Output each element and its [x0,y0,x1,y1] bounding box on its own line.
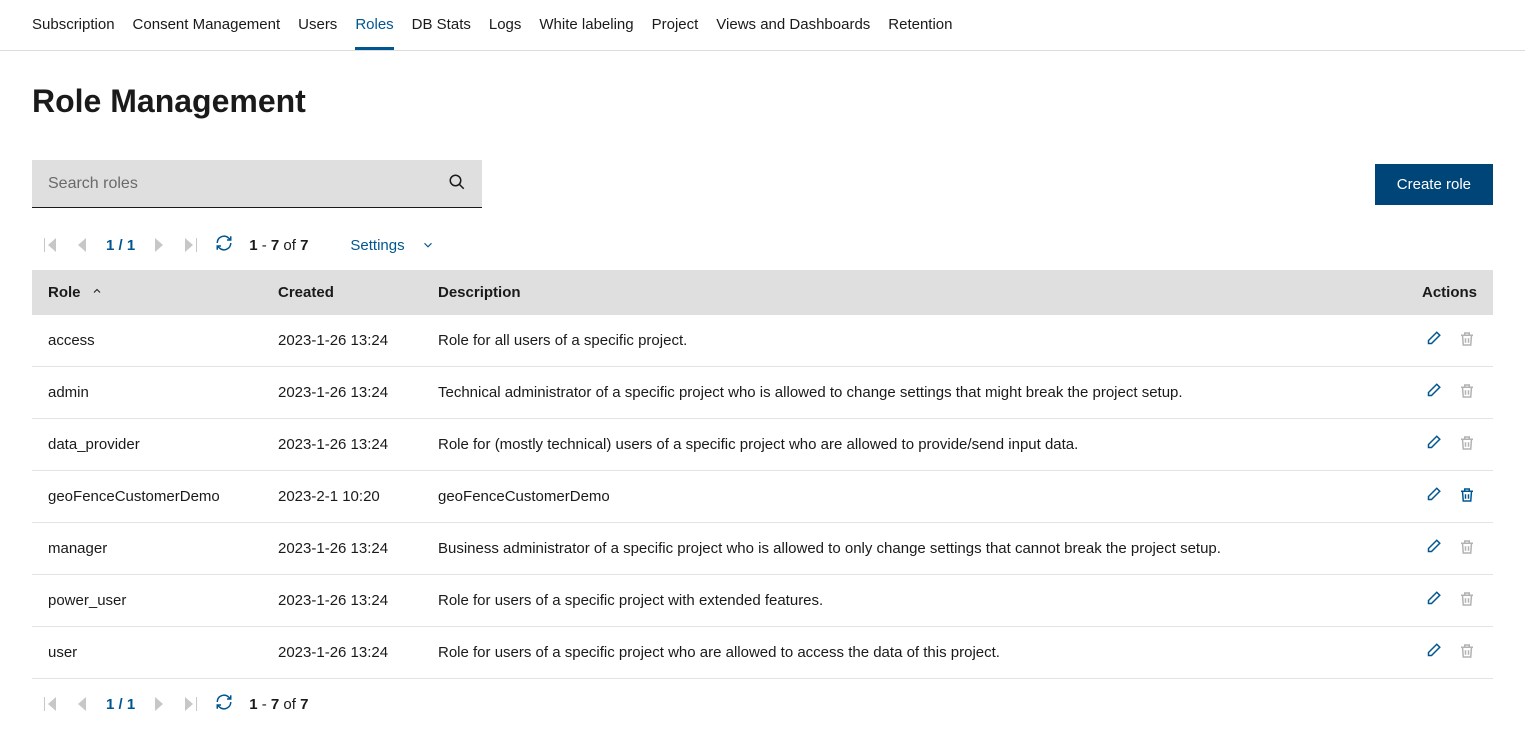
cell-description: Technical administrator of a specific pr… [422,367,1373,419]
refresh-icon[interactable] [215,693,233,715]
tab-users[interactable]: Users [298,16,337,50]
search-box[interactable] [32,160,482,208]
search-input[interactable] [48,175,448,193]
cell-description: Role for all users of a specific project… [422,315,1373,367]
range-text: 1 - 7 of 7 [249,237,308,254]
cell-role: admin [32,367,262,419]
table-row: access2023-1-26 13:24Role for all users … [32,315,1493,367]
cell-role: power_user [32,575,262,627]
delete-icon[interactable] [1457,485,1477,505]
tab-project[interactable]: Project [652,16,699,50]
cell-created: 2023-2-1 10:20 [262,471,422,523]
cell-actions [1373,575,1493,627]
table-row: geoFenceCustomerDemo2023-2-1 10:20geoFen… [32,471,1493,523]
cell-role: user [32,627,262,679]
prev-page-icon [74,697,90,711]
col-header-role[interactable]: Role [32,270,262,315]
col-header-description[interactable]: Description [422,270,1373,315]
table-row: user2023-1-26 13:24Role for users of a s… [32,627,1493,679]
delete-icon [1457,433,1477,453]
page-indicator: 1 / 1 [106,237,135,254]
cell-description: Role for users of a specific project who… [422,627,1373,679]
create-role-button[interactable]: Create role [1375,164,1493,205]
cell-role: geoFenceCustomerDemo [32,471,262,523]
edit-icon[interactable] [1423,485,1443,505]
sort-asc-icon [91,285,103,297]
cell-actions [1373,523,1493,575]
cell-actions [1373,419,1493,471]
edit-icon[interactable] [1423,381,1443,401]
cell-role: access [32,315,262,367]
edit-icon[interactable] [1423,641,1443,661]
tab-subscription[interactable]: Subscription [32,16,115,50]
prev-page-icon [74,238,90,252]
cell-role: manager [32,523,262,575]
tab-logs[interactable]: Logs [489,16,522,50]
last-page-icon [183,697,199,711]
range-text: 1 - 7 of 7 [249,696,308,713]
cell-role: data_provider [32,419,262,471]
cell-created: 2023-1-26 13:24 [262,575,422,627]
search-icon[interactable] [448,173,466,195]
cell-created: 2023-1-26 13:24 [262,419,422,471]
cell-actions [1373,471,1493,523]
cell-actions [1373,315,1493,367]
edit-icon[interactable] [1423,433,1443,453]
col-header-actions: Actions [1373,270,1493,315]
tab-consent-management[interactable]: Consent Management [133,16,281,50]
table-row: admin2023-1-26 13:24Technical administra… [32,367,1493,419]
cell-description: Role for (mostly technical) users of a s… [422,419,1373,471]
delete-icon [1457,381,1477,401]
tab-white-labeling[interactable]: White labeling [539,16,633,50]
cell-actions [1373,367,1493,419]
delete-icon [1457,537,1477,557]
top-tabs: Subscription Consent Management Users Roles… [0,0,1525,51]
cell-created: 2023-1-26 13:24 [262,627,422,679]
roles-table: Role Created Description Actions access2… [32,270,1493,679]
edit-icon[interactable] [1423,329,1443,349]
first-page-icon [42,238,58,252]
first-page-icon [42,697,58,711]
delete-icon [1457,641,1477,661]
next-page-icon [151,697,167,711]
cell-created: 2023-1-26 13:24 [262,315,422,367]
cell-created: 2023-1-26 13:24 [262,367,422,419]
cell-description: Role for users of a specific project wit… [422,575,1373,627]
cell-actions [1373,627,1493,679]
tab-roles[interactable]: Roles [355,16,393,50]
delete-icon [1457,589,1477,609]
delete-icon [1457,329,1477,349]
page-indicator: 1 / 1 [106,696,135,713]
tab-views-and-dashboards[interactable]: Views and Dashboards [716,16,870,50]
col-header-created[interactable]: Created [262,270,422,315]
settings-link[interactable]: Settings [350,237,404,254]
edit-icon[interactable] [1423,589,1443,609]
page-title: Role Management [32,83,1493,120]
chevron-down-icon[interactable] [421,238,435,252]
edit-icon[interactable] [1423,537,1443,557]
table-row: power_user2023-1-26 13:24Role for users … [32,575,1493,627]
cell-description: geoFenceCustomerDemo [422,471,1373,523]
table-row: manager2023-1-26 13:24Business administr… [32,523,1493,575]
pager-top: 1 / 1 1 - 7 of 7 Settings [32,228,1493,270]
tab-retention[interactable]: Retention [888,16,952,50]
refresh-icon[interactable] [215,234,233,256]
next-page-icon [151,238,167,252]
pager-bottom: 1 / 1 1 - 7 of 7 [32,679,1493,729]
cell-created: 2023-1-26 13:24 [262,523,422,575]
last-page-icon [183,238,199,252]
tab-db-stats[interactable]: DB Stats [412,16,471,50]
cell-description: Business administrator of a specific pro… [422,523,1373,575]
table-row: data_provider2023-1-26 13:24Role for (mo… [32,419,1493,471]
